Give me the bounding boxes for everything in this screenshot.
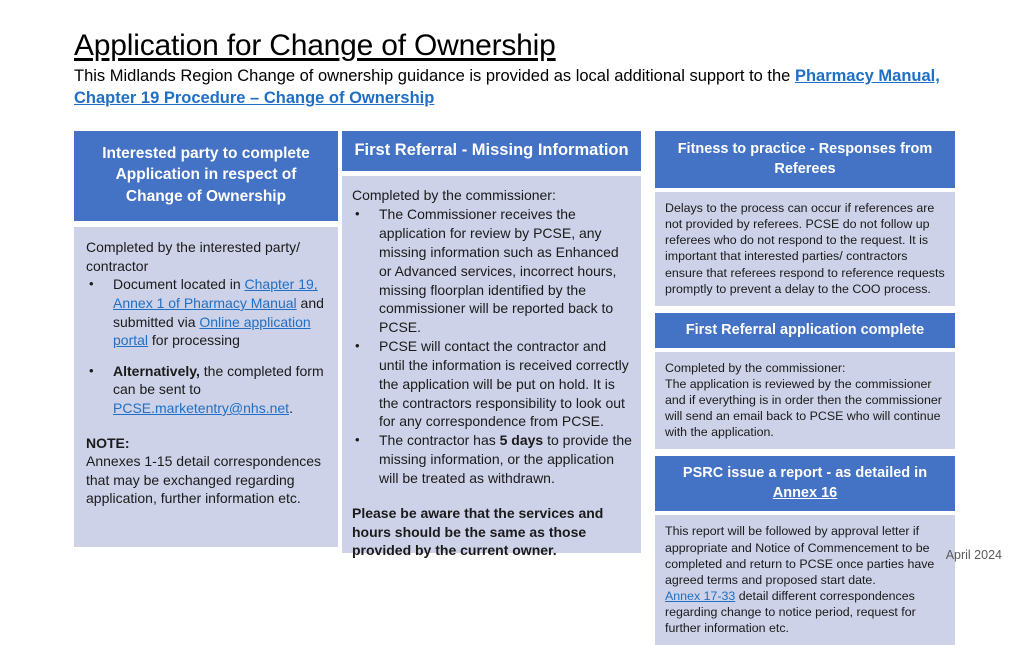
- list-item: PCSE will contact the contractor and unt…: [352, 337, 633, 431]
- subtitle-text: This Midlands Region Change of ownership…: [74, 67, 795, 86]
- page-subtitle: This Midlands Region Change of ownership…: [74, 66, 954, 110]
- annex17-33-link[interactable]: Annex 17-33: [665, 589, 735, 603]
- col3-box3-body: This report will be followed by approval…: [655, 515, 955, 645]
- col3-box1-header: Fitness to practice - Responses from Ref…: [655, 131, 955, 188]
- col1-note-text: Annexes 1-15 detail correspondences that…: [86, 453, 322, 507]
- column-interested-party: Interested party to complete Application…: [74, 131, 338, 548]
- col2-intro: Completed by the commissioner:: [352, 187, 556, 204]
- col1-intro: Completed by the interested party/ contr…: [86, 239, 301, 274]
- page-header: Application for Change of Ownership This…: [74, 29, 974, 110]
- col2-header: First Referral - Missing Information: [342, 131, 641, 172]
- col3-box3-para2: Annex 17-33 detail different corresponde…: [665, 588, 945, 636]
- col1-header: Interested party to complete Application…: [74, 131, 338, 222]
- footer-date: April 2024: [945, 548, 1002, 562]
- col3-box2-line1: Completed by the commissioner:: [665, 360, 846, 375]
- list-item: Document located in Chapter 19, Annex 1 …: [86, 275, 326, 349]
- col3-box3-header-text: PSRC issue a report - as detailed in: [682, 465, 928, 482]
- bullet3-bold: 5 days: [499, 432, 544, 449]
- list-item: The Commissioner receives the applicatio…: [352, 205, 633, 337]
- col3-box3-header: PSRC issue a report - as detailed in Ann…: [655, 456, 955, 512]
- bullet1-pre: Document located in: [113, 276, 245, 293]
- list-item: The contractor has 5 days to provide the…: [352, 431, 633, 487]
- column-right-stack: Fitness to practice - Responses from Ref…: [655, 131, 955, 645]
- list-item: Alternatively, the completed form can be…: [86, 362, 326, 418]
- col3-box2-body: Completed by the commissioner: The appli…: [655, 351, 955, 450]
- col2-closing: Please be aware that the services and ho…: [352, 504, 604, 559]
- col1-bullet-list-2: Alternatively, the completed form can be…: [86, 362, 326, 418]
- col1-bullet-list: Document located in Chapter 19, Annex 1 …: [86, 275, 326, 349]
- page-title: Application for Change of Ownership: [74, 29, 556, 62]
- col3-box3-para1: This report will be followed by approval…: [665, 524, 935, 587]
- col2-bullet-list: The Commissioner receives the applicatio…: [352, 205, 633, 487]
- col1-body: Completed by the interested party/ contr…: [74, 227, 338, 548]
- bullet2-post: .: [289, 400, 293, 416]
- col3-box2-header: First Referral application complete: [655, 312, 955, 348]
- annex16-link[interactable]: Annex 16: [773, 485, 837, 501]
- column-first-referral-missing-info: First Referral - Missing Information Com…: [342, 131, 641, 558]
- col2-body: Completed by the commissioner: The Commi…: [342, 176, 641, 558]
- col1-note-label: NOTE:: [86, 434, 130, 451]
- bullet1-post: for processing: [148, 332, 240, 349]
- pcse-email-link[interactable]: PCSE.marketentry@nhs.net: [113, 400, 289, 416]
- col3-box2-line2: The application is reviewed by the commi…: [665, 376, 942, 440]
- col3-box1-body: Delays to the process can occur if refer…: [655, 192, 955, 306]
- bullet2-bold: Alternatively,: [113, 362, 200, 379]
- bullet3-pre: The contractor has: [379, 432, 500, 449]
